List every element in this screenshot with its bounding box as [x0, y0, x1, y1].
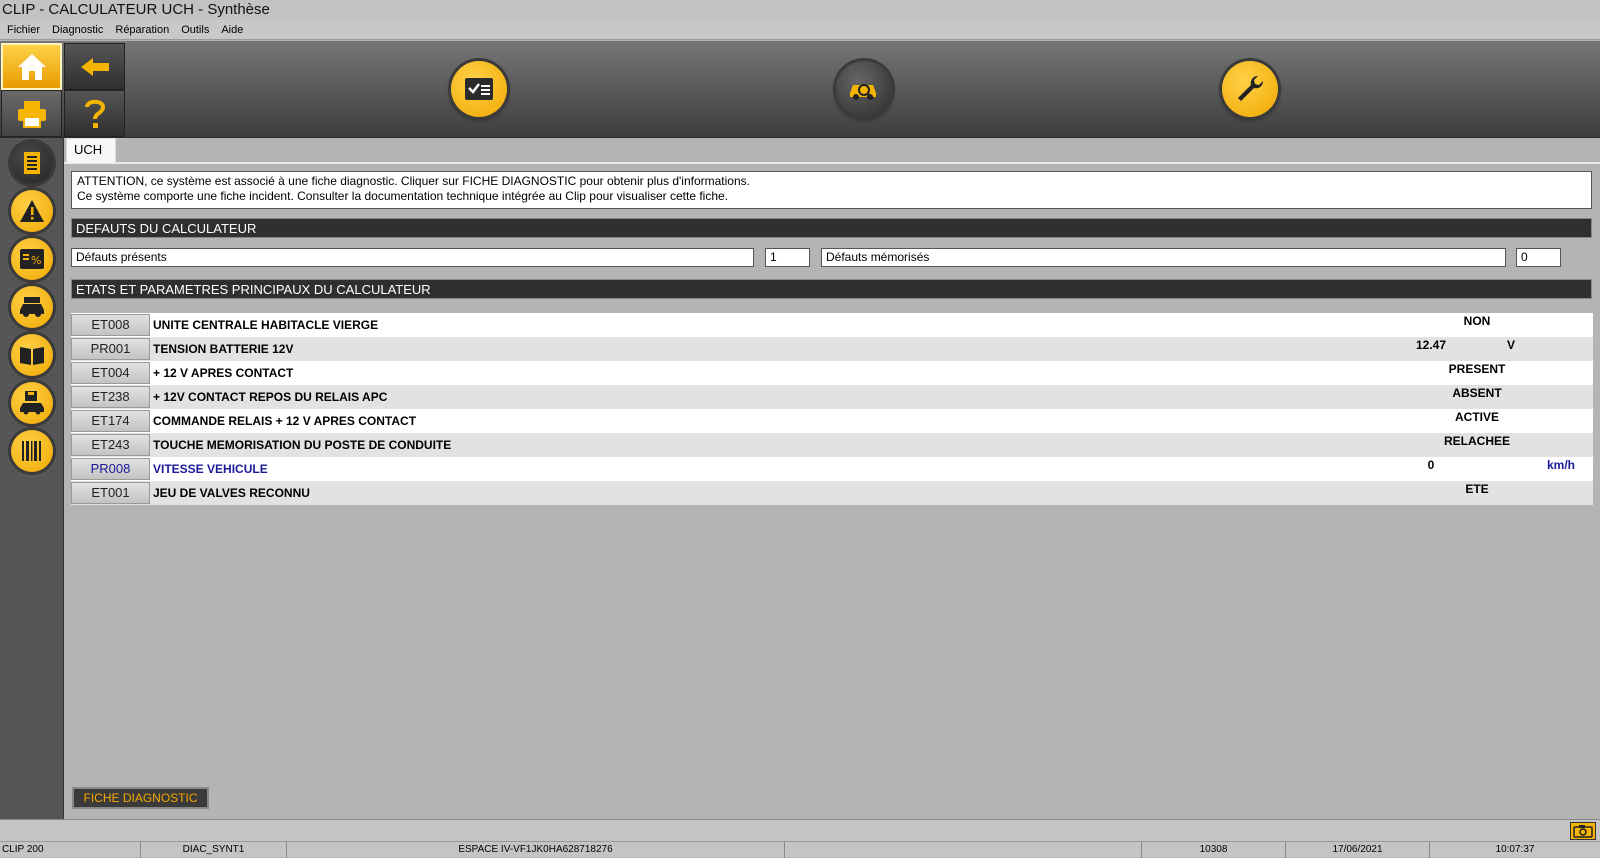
- row-unit: km/h: [1546, 458, 1575, 472]
- sidebar-document-button[interactable]: [11, 142, 53, 184]
- row-label: COMMANDE RELAIS + 12 V APRES CONTACT: [153, 414, 417, 428]
- row-value: 12.47: [1415, 338, 1447, 352]
- status-time: 10:07:37: [1495, 844, 1535, 855]
- wrench-button[interactable]: [1222, 61, 1278, 117]
- row-value: ETE: [1465, 482, 1489, 496]
- row-label: VITESSE VEHICULE: [153, 462, 268, 476]
- menu-fichier[interactable]: Fichier: [2, 20, 45, 40]
- table-row: PR001 TENSION BATTERIE 12V 12.47 V: [71, 337, 1593, 361]
- camera-icon: [1573, 825, 1593, 838]
- menu-aide[interactable]: Aide: [216, 20, 248, 40]
- status-bar: CLIP 200 DIAC_SYNT1 ESPACE IV-VF1JK0HA62…: [0, 841, 1600, 858]
- percent-icon: %: [20, 249, 44, 269]
- row-unit: V: [1506, 338, 1515, 352]
- row-code[interactable]: ET174: [71, 410, 150, 432]
- vehicle-diagnostic-icon: [850, 84, 876, 100]
- status-code: 10308: [1142, 842, 1286, 858]
- attention-line-2: Ce système comporte une fiche incident. …: [77, 189, 729, 203]
- row-label: + 12 V APRES CONTACT: [153, 366, 294, 380]
- section-defauts-title: DEFAUTS DU CALCULATEUR: [71, 218, 1592, 238]
- document-icon: [24, 152, 40, 174]
- table-row: ET174 COMMANDE RELAIS + 12 V APRES CONTA…: [71, 409, 1593, 433]
- help-icon: [84, 99, 105, 128]
- parameters-table: ET008 UNITE CENTRALE HABITACLE VIERGE NO…: [71, 313, 1593, 505]
- section-etats-title: ETATS ET PARAMETRES PRINCIPAUX DU CALCUL…: [71, 279, 1592, 299]
- row-code[interactable]: ET004: [71, 362, 150, 384]
- status-device: CLIP 200: [0, 842, 141, 858]
- sidebar-car-button[interactable]: [11, 286, 53, 328]
- printer-icon: [17, 100, 46, 128]
- sidebar-save-car-button[interactable]: [11, 382, 53, 424]
- checklist-button[interactable]: [451, 61, 507, 117]
- row-code[interactable]: ET238: [71, 386, 150, 408]
- defauts-presents-label: Défauts présents: [71, 248, 754, 267]
- defauts-memorises-value: 0: [1516, 248, 1561, 267]
- row-value: ABSENT: [1452, 386, 1502, 400]
- vehicle-diagnostic-button[interactable]: [836, 61, 892, 117]
- attention-line-1: ATTENTION, ce système est associé à une …: [77, 174, 750, 188]
- row-label: + 12V CONTACT REPOS DU RELAIS APC: [153, 390, 388, 404]
- row-label: JEU DE VALVES RECONNU: [153, 486, 310, 500]
- row-label: UNITE CENTRALE HABITACLE VIERGE: [153, 318, 379, 332]
- row-value: NON: [1463, 314, 1491, 328]
- window-title: CLIP - CALCULATEUR UCH - Synthèse: [0, 0, 1600, 20]
- checklist-icon: [465, 78, 493, 100]
- main-content: UCH ATTENTION, ce système est associé à …: [64, 138, 1600, 819]
- defauts-memorises-label: Défauts mémorisés: [821, 248, 1506, 267]
- sidebar: %: [0, 138, 64, 819]
- wrench-icon: [1238, 75, 1264, 101]
- tab-underline: [64, 162, 1600, 164]
- status-empty: [785, 842, 1142, 858]
- save-car-icon: [20, 391, 44, 415]
- table-row: ET004 + 12 V APRES CONTACT PRESENT: [71, 361, 1593, 385]
- row-code[interactable]: ET008: [71, 314, 150, 336]
- barcode-icon: [22, 441, 41, 461]
- row-label: TOUCHE MEMORISATION DU POSTE DE CONDUITE: [153, 438, 452, 452]
- back-button[interactable]: [64, 43, 125, 90]
- table-row: ET243 TOUCHE MEMORISATION DU POSTE DE CO…: [71, 433, 1593, 457]
- row-value: ACTIVE: [1454, 410, 1499, 424]
- sidebar-percent-button[interactable]: %: [11, 238, 53, 280]
- car-icon: [20, 297, 44, 317]
- row-value: 0: [1427, 458, 1435, 472]
- row-code[interactable]: ET001: [71, 482, 150, 504]
- row-code[interactable]: PR008: [71, 458, 150, 480]
- table-row: PR008 VITESSE VEHICULE 0 km/h: [71, 457, 1593, 481]
- menu-diagnostic[interactable]: Diagnostic: [47, 20, 108, 40]
- row-label: TENSION BATTERIE 12V: [153, 342, 294, 356]
- menu-reparation[interactable]: Réparation: [110, 20, 174, 40]
- home-button[interactable]: [1, 43, 62, 90]
- row-code[interactable]: PR001: [71, 338, 150, 360]
- sidebar-warning-button[interactable]: [11, 190, 53, 232]
- home-icon: [17, 53, 46, 80]
- tab-uch[interactable]: UCH: [66, 138, 116, 163]
- status-date: 17/06/2021: [1286, 842, 1430, 858]
- table-row: ET001 JEU DE VALVES RECONNU ETE: [71, 481, 1593, 505]
- help-button[interactable]: [64, 90, 125, 137]
- warning-icon: [20, 200, 44, 222]
- back-arrow-icon: [80, 57, 109, 76]
- status-vehicle: ESPACE IV-VF1JK0HA628718276: [287, 842, 785, 858]
- toolbar: [0, 41, 1600, 138]
- svg-text:%: %: [31, 254, 41, 267]
- screenshot-button[interactable]: [1570, 822, 1596, 840]
- row-code[interactable]: ET243: [71, 434, 150, 456]
- defauts-presents-value: 1: [765, 248, 810, 267]
- menu-outils[interactable]: Outils: [176, 20, 214, 40]
- print-button[interactable]: [1, 90, 62, 137]
- menu-bar: Fichier Diagnostic Réparation Outils Aide: [0, 20, 1600, 40]
- attention-message: ATTENTION, ce système est associé à une …: [71, 171, 1592, 209]
- fiche-diagnostic-button[interactable]: FICHE DIAGNOSTIC: [72, 787, 209, 809]
- row-value: RELACHEE: [1443, 434, 1510, 448]
- table-row: ET238 + 12V CONTACT REPOS DU RELAIS APC …: [71, 385, 1593, 409]
- row-value: PRESENT: [1448, 362, 1506, 376]
- sidebar-book-button[interactable]: [11, 334, 53, 376]
- sidebar-barcode-button[interactable]: [11, 430, 53, 472]
- status-screen: DIAC_SYNT1: [141, 842, 287, 858]
- table-row: ET008 UNITE CENTRALE HABITACLE VIERGE NO…: [71, 313, 1593, 337]
- book-icon: [20, 347, 44, 365]
- status-bar-top: [0, 819, 1600, 841]
